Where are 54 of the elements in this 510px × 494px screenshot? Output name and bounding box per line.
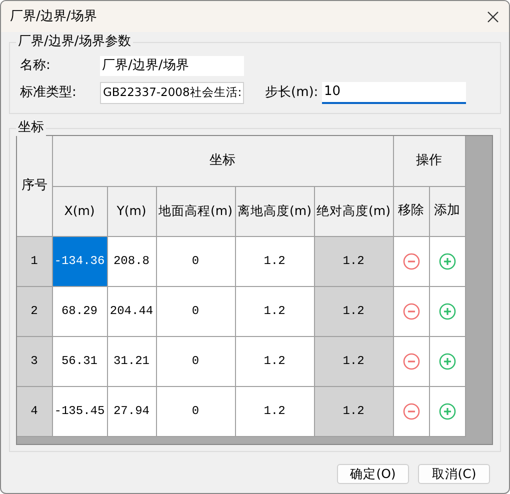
add-icon[interactable] [438, 252, 456, 270]
table-cell[interactable]: 1.2 [235, 236, 314, 286]
row-number: 2 [17, 286, 52, 336]
window-title: 厂界/边界/场界 [10, 8, 97, 26]
table-cell[interactable]: 0 [156, 286, 235, 336]
table-cell[interactable]: 1.2 [314, 286, 393, 336]
header-cell: 离地高度(m) [235, 186, 314, 236]
table-cell[interactable]: 1.2 [235, 286, 314, 336]
step-field[interactable]: 10 [322, 82, 466, 104]
table-cell[interactable]: 1.2 [235, 336, 314, 386]
table-cell[interactable]: 56.31 [52, 336, 107, 386]
row-number: 3 [17, 336, 52, 386]
table-cell[interactable]: 1.2 [235, 386, 314, 436]
add-icon[interactable] [438, 302, 456, 320]
table-cell[interactable]: 0 [156, 386, 235, 436]
table-cell[interactable]: 204.44 [107, 286, 156, 336]
header-cell: 添加 [429, 186, 465, 236]
add-icon[interactable] [438, 402, 456, 420]
table-cell[interactable]: 1.2 [314, 386, 393, 436]
ok-button[interactable]: 确定(O) [337, 464, 409, 484]
name-field[interactable]: 厂界/边界/场界 [100, 56, 244, 76]
type-dropdown[interactable]: GB22337-2008社会生活: [100, 82, 244, 104]
table-cell[interactable]: 0 [156, 336, 235, 386]
table-cell[interactable]: -135.45 [52, 386, 107, 436]
field-label: 步长(m): [265, 84, 320, 102]
header-cell: X(m) [52, 186, 107, 236]
add-icon[interactable] [438, 352, 456, 370]
header-cell: 移除 [393, 186, 429, 236]
header-cell: 序号 [17, 136, 52, 236]
group-title: 厂界/边界/场界参数 [16, 34, 133, 50]
header-cell: Y(m) [107, 186, 156, 236]
table-cell[interactable]: -134.36 [52, 236, 107, 286]
table-cell[interactable]: 27.94 [107, 386, 156, 436]
table-cell[interactable]: 1.2 [314, 336, 393, 386]
table-cell[interactable]: 0 [156, 236, 235, 286]
header-cell: 坐标 [52, 136, 393, 186]
header-cell: 绝对高度(m) [314, 186, 393, 236]
table-cell[interactable]: 1.2 [314, 236, 393, 286]
cancel-button[interactable]: 取消(C) [418, 464, 490, 484]
table-cell[interactable]: 31.21 [107, 336, 156, 386]
field-label: 名称: [20, 57, 52, 76]
remove-icon[interactable] [402, 302, 420, 320]
row-number: 4 [17, 386, 52, 436]
header-cell: 操作 [393, 136, 465, 186]
row-number: 1 [17, 236, 52, 286]
remove-icon[interactable] [402, 352, 420, 370]
table-cell[interactable]: 208.8 [107, 236, 156, 286]
header-cell: 地面高程(m) [156, 186, 235, 236]
close-icon[interactable] [487, 10, 499, 22]
remove-icon[interactable] [402, 252, 420, 270]
remove-icon[interactable] [402, 402, 420, 420]
group-title: 坐标 [16, 120, 46, 136]
table-cell[interactable]: 68.29 [52, 286, 107, 336]
field-label: 标准类型: [20, 84, 78, 102]
